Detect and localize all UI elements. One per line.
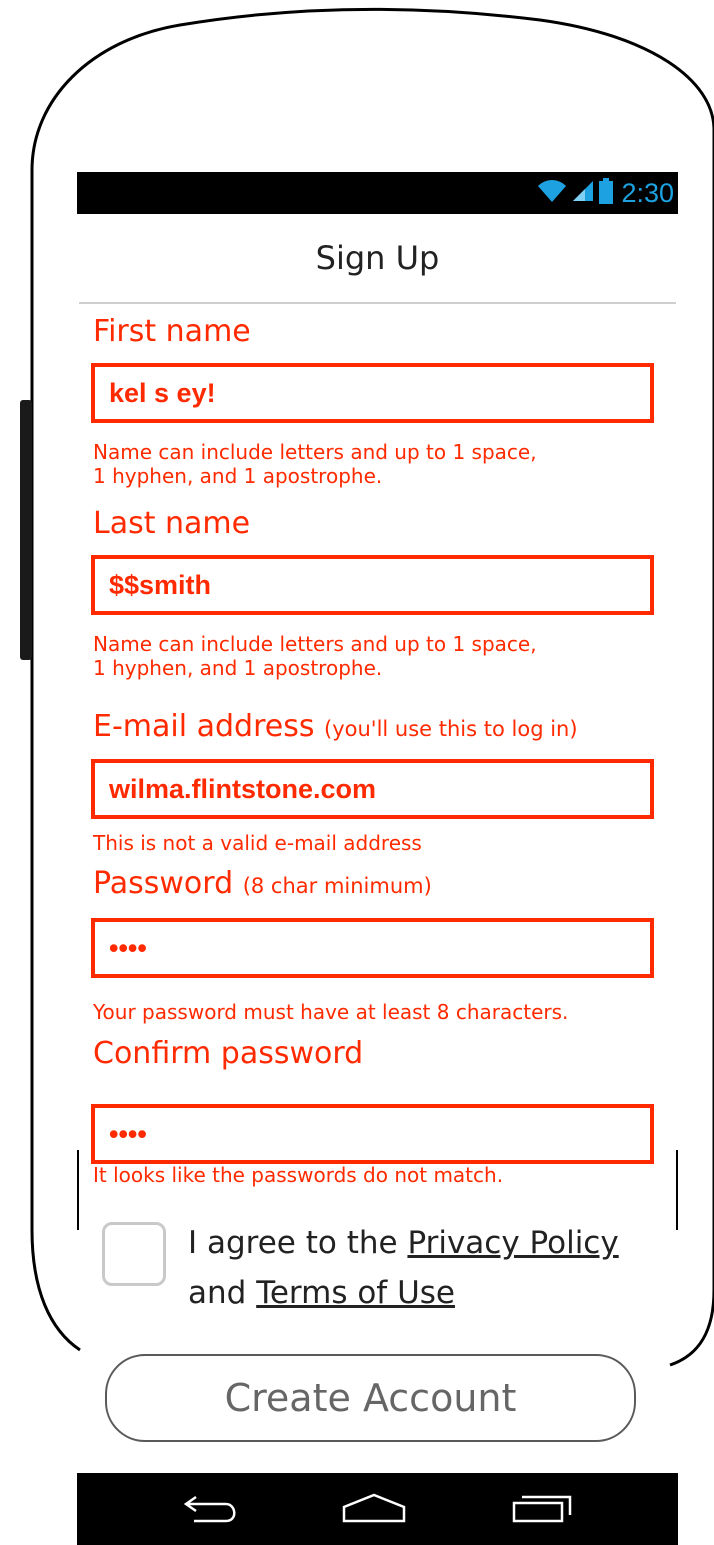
confirm-password-input[interactable]: ••••	[91, 1104, 654, 1164]
password-hint: (8 char minimum)	[242, 874, 432, 898]
status-bar: 2:30	[77, 172, 678, 214]
password-input[interactable]: ••••	[91, 918, 654, 978]
agree-checkbox[interactable]	[102, 1222, 166, 1286]
last-name-error: Name can include letters and up to 1 spa…	[93, 632, 537, 680]
last-name-label: Last name	[93, 506, 251, 541]
agreement-row: I agree to the Privacy Policy and Terms …	[102, 1222, 662, 1332]
signal-icon	[571, 179, 595, 207]
terms-of-use-link[interactable]: Terms of Use	[256, 1275, 455, 1311]
signup-form: First name kel s ey! Name can include le…	[79, 304, 676, 1229]
home-icon[interactable]	[339, 1485, 409, 1531]
agreement-text: I agree to the Privacy Policy and Terms …	[188, 1225, 619, 1311]
wifi-icon	[537, 178, 567, 208]
first-name-input[interactable]: kel s ey!	[91, 363, 654, 423]
password-label: Password (8 char minimum)	[93, 866, 432, 901]
create-account-button[interactable]: Create Account	[105, 1354, 636, 1442]
scroll-edge-right	[676, 1150, 678, 1230]
first-name-label: First name	[93, 314, 251, 349]
email-error: This is not a valid e-mail address	[93, 831, 422, 855]
confirm-password-label: Confirm password	[93, 1036, 364, 1071]
last-name-input[interactable]: $$smith	[91, 555, 654, 615]
page-title: Sign Up	[315, 239, 440, 277]
nav-bar	[77, 1473, 678, 1545]
back-icon[interactable]	[177, 1485, 247, 1531]
email-label: E-mail address (you'll use this to log i…	[93, 709, 578, 744]
password-error: Your password must have at least 8 chara…	[93, 1000, 569, 1024]
recent-apps-icon[interactable]	[507, 1485, 577, 1531]
confirm-password-error: It looks like the passwords do not match…	[93, 1163, 504, 1187]
email-hint: (you'll use this to log in)	[324, 717, 578, 741]
status-time: 2:30	[621, 177, 674, 208]
header: Sign Up	[79, 214, 676, 304]
privacy-policy-link[interactable]: Privacy Policy	[407, 1225, 618, 1261]
email-input[interactable]: wilma.flintstone.com	[91, 759, 654, 819]
first-name-error: Name can include letters and up to 1 spa…	[93, 440, 537, 488]
battery-icon	[599, 178, 614, 208]
